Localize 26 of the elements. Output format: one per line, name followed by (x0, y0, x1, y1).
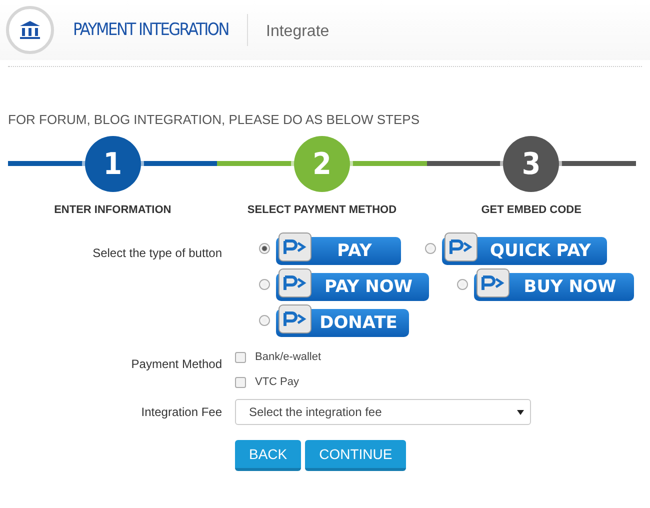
checkbox[interactable] (235, 352, 246, 362)
radio-button[interactable] (259, 315, 270, 326)
field-label: Select the type of button (92, 245, 222, 262)
step-label: ENTER INFORMATION (54, 204, 172, 216)
step-number: 2 (294, 136, 350, 192)
caret-icon (517, 410, 524, 414)
checkbox-option[interactable]: VTC Pay (235, 376, 650, 388)
continue-button[interactable]: CONTINUE (305, 440, 406, 471)
step-label: GET EMBED CODE (481, 204, 582, 216)
fee-select[interactable]: Select the integration fee (235, 399, 531, 425)
checkbox-option[interactable]: Bank/e-wallet (235, 351, 650, 363)
page-subtitle: Integrate (266, 23, 330, 41)
step-number: 1 (84, 136, 141, 192)
field-label: Payment Method (130, 356, 222, 373)
radio-button[interactable] (457, 279, 468, 290)
checkbox[interactable] (235, 376, 246, 388)
back-button[interactable]: BACK (235, 440, 302, 471)
radio-button[interactable] (259, 279, 270, 290)
field-label: Integration Fee (140, 404, 222, 421)
page-title: PAYMENT INTEGRATION (73, 20, 230, 40)
radio-button[interactable] (259, 243, 270, 254)
step-number: 3 (503, 136, 560, 192)
bank-icon (6, 6, 54, 54)
instruction-text: FOR FORUM, BLOG INTEGRATION, PLEASE DO AS BELOW STEPS (8, 112, 420, 127)
step-label: SELECT PAYMENT METHOD (247, 204, 397, 216)
radio-button[interactable] (425, 243, 436, 254)
